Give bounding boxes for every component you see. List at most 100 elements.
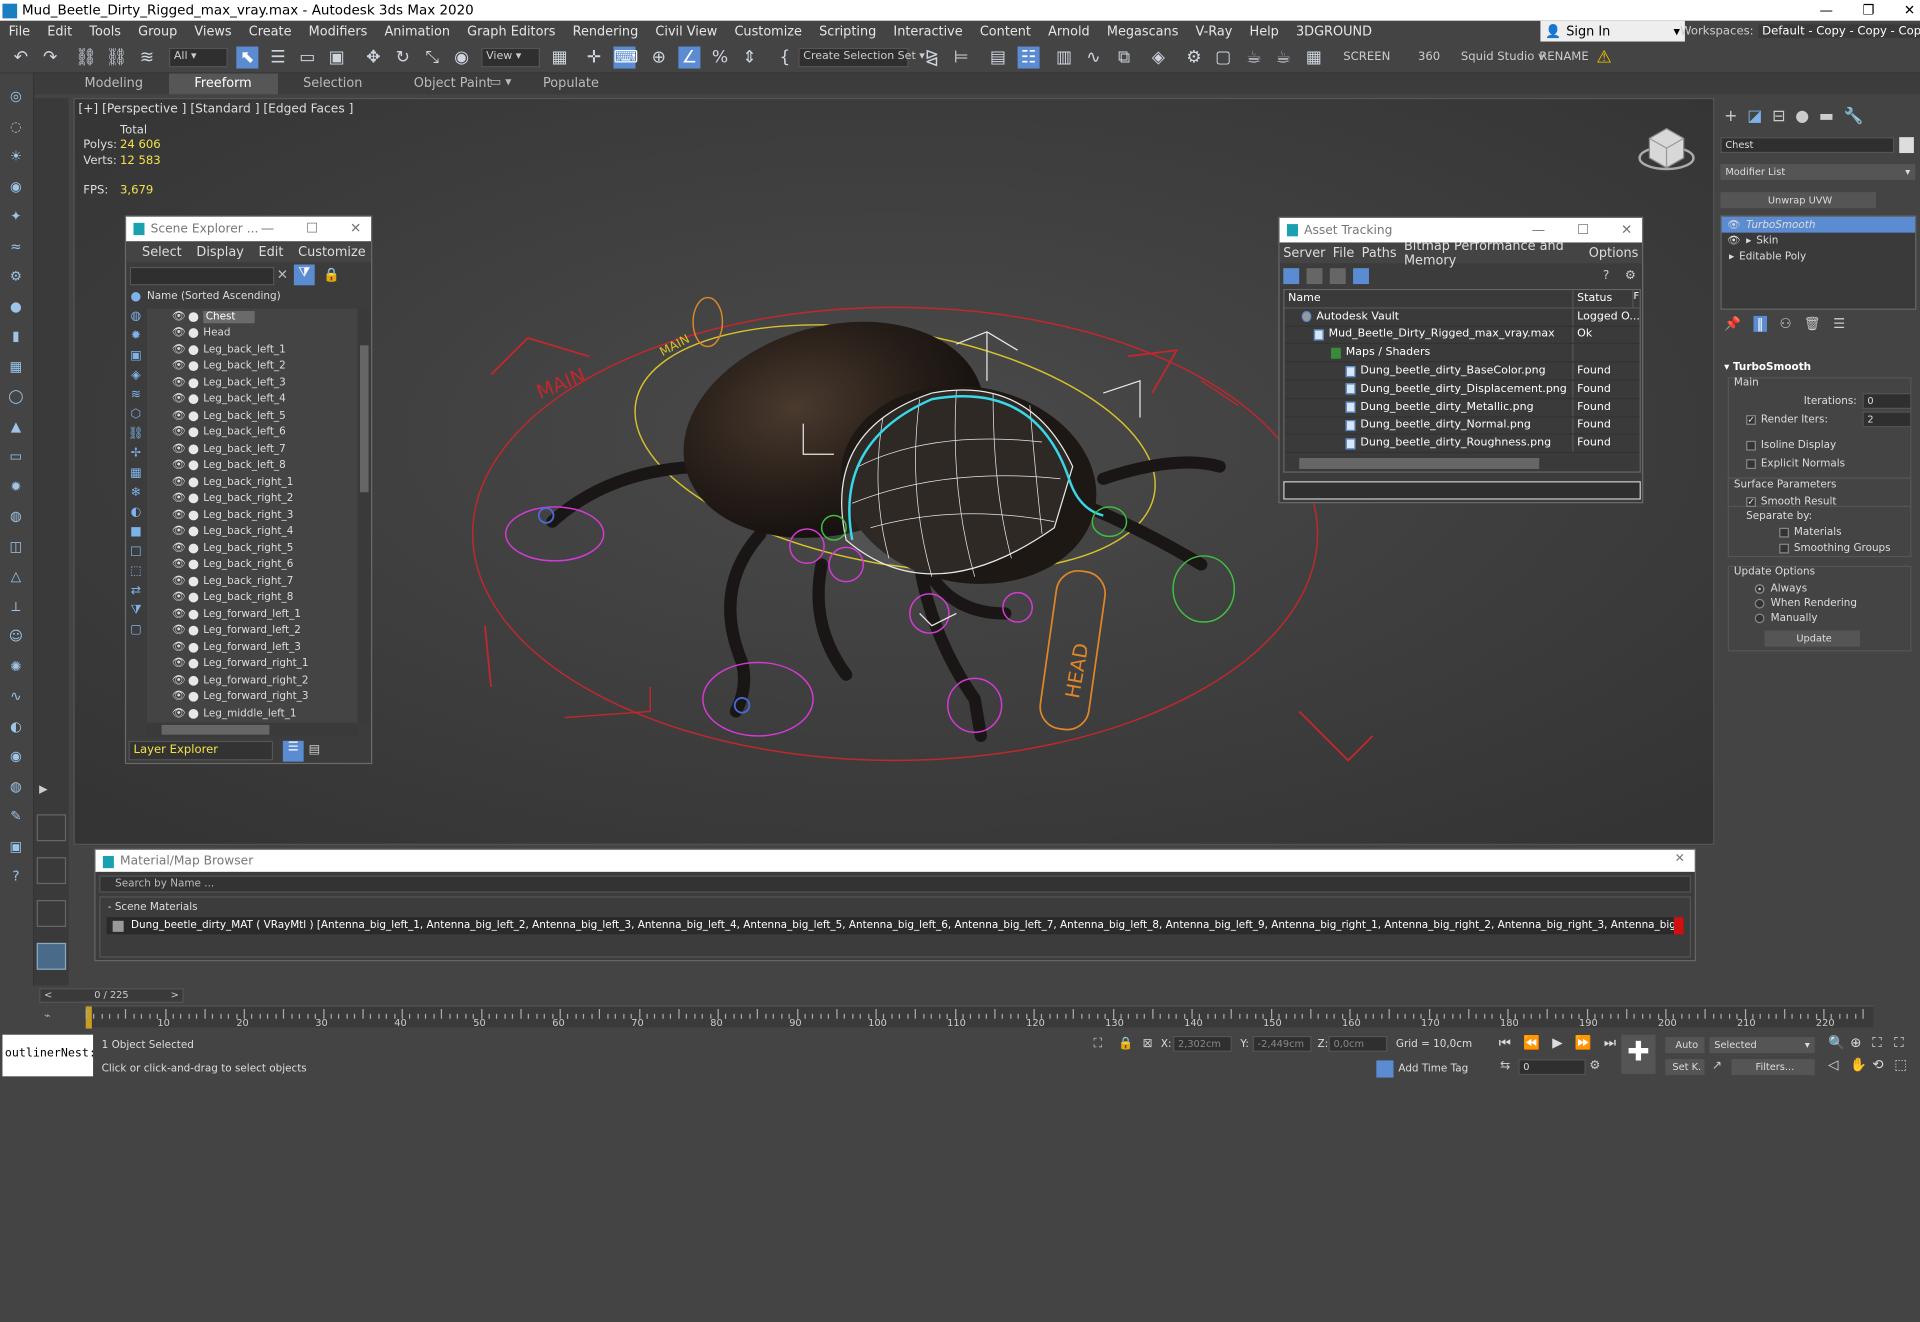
scene-object-row[interactable]: 👁 Leg_back_left_2: [147, 358, 358, 375]
menu-rendering[interactable]: Rendering: [564, 24, 647, 39]
placement-icon[interactable]: ◉: [451, 47, 473, 69]
link-icon[interactable]: ⛓: [75, 47, 97, 69]
isolate-icon[interactable]: ⛶: [1093, 1037, 1102, 1050]
zoom-icon[interactable]: 🔍: [1828, 1035, 1850, 1052]
maxscript-listener[interactable]: outlinerNest:: [2, 1034, 94, 1077]
set-key-icon[interactable]: ✚: [1621, 1034, 1656, 1074]
render-frame-icon[interactable]: ▢: [1212, 47, 1234, 69]
scale-icon[interactable]: ⤡: [421, 47, 443, 69]
column-status[interactable]: Status: [1572, 290, 1632, 308]
asset-tracking-hscrollbar[interactable]: [1284, 456, 1640, 471]
curve-editor-icon[interactable]: ∿: [1082, 47, 1104, 69]
screen-button[interactable]: SCREEN: [1343, 48, 1390, 68]
eye-icon[interactable]: 👁: [171, 526, 186, 538]
ribbon-tab-modeling[interactable]: Modeling: [59, 73, 169, 94]
key-filters-button[interactable]: Filters...: [1731, 1059, 1815, 1076]
sun-icon[interactable]: ✹: [6, 478, 26, 495]
maximize-icon[interactable]: ☐: [1577, 222, 1589, 238]
help-icon[interactable]: ?: [6, 868, 26, 885]
select-object-icon[interactable]: ⬉: [236, 46, 259, 69]
bone-icon[interactable]: ⟂: [6, 598, 26, 615]
material-search-input[interactable]: Search by Name ...: [99, 875, 1692, 893]
menu-edit[interactable]: Edit: [39, 24, 81, 39]
unwrap-uvw-button[interactable]: Unwrap UVW: [1720, 192, 1876, 209]
orbit-icon[interactable]: ⟲: [1872, 1057, 1894, 1073]
eye-icon[interactable]: 👁: [171, 641, 186, 653]
make-unique-icon[interactable]: ⚇: [1779, 316, 1791, 332]
x-coordinate-field[interactable]: 2,302cm: [1173, 1035, 1232, 1052]
remove-modifier-icon[interactable]: 🗑: [1804, 316, 1821, 332]
biped-icon[interactable]: ☺: [6, 628, 26, 645]
menu-file[interactable]: File: [0, 24, 39, 39]
clear-search-icon[interactable]: ✕: [277, 267, 288, 283]
layout-thumb-3[interactable]: [36, 900, 67, 927]
render-active-icon[interactable]: ☕: [1272, 47, 1294, 69]
manually-radio[interactable]: [1754, 612, 1765, 623]
display-cameras-icon[interactable]: ▣: [126, 349, 146, 369]
menu-content[interactable]: Content: [971, 24, 1039, 39]
asset-row[interactable]: Mud_Beetle_Dirty_Rigged_max_vray.max Ok: [1284, 326, 1640, 345]
settings-icon[interactable]: ⚙: [1625, 269, 1636, 282]
select-manipulate-icon[interactable]: ✛: [583, 47, 605, 69]
mirror-icon[interactable]: ⧎: [921, 47, 943, 69]
select-by-name-icon[interactable]: ☰: [267, 47, 289, 69]
layer-explorer-dropdown[interactable]: Layer Explorer: [128, 740, 274, 761]
render-iters-spinner[interactable]: 2: [1862, 411, 1912, 428]
asset-menu-options[interactable]: Options: [1585, 246, 1642, 261]
pin-stack-icon[interactable]: 📌: [1724, 316, 1741, 332]
lock-icon[interactable]: 🔒: [323, 267, 340, 283]
angle-button[interactable]: 360: [1418, 48, 1440, 68]
eye-icon[interactable]: 👁: [171, 674, 186, 686]
layers-icon[interactable]: ☰: [282, 740, 304, 762]
close-icon[interactable]: ✕: [1904, 0, 1915, 21]
y-coordinate-field[interactable]: -2,449cm: [1252, 1035, 1312, 1052]
next-frame-icon[interactable]: ⏩: [1575, 1035, 1592, 1052]
close-icon[interactable]: ✕: [1675, 852, 1685, 865]
when-rendering-radio[interactable]: [1754, 598, 1765, 608]
scene-materials-label[interactable]: - Scene Materials: [100, 898, 1689, 918]
display-lights-icon[interactable]: ✹: [126, 329, 146, 349]
layout-thumb-1[interactable]: [36, 814, 67, 842]
filter-icon[interactable]: ⧩: [293, 264, 315, 286]
eye-icon[interactable]: 👁: [171, 575, 186, 587]
helpers-icon[interactable]: ✦: [6, 208, 26, 225]
list-view-icon[interactable]: [1306, 268, 1323, 285]
ribbon-tab-freeform[interactable]: Freeform: [168, 73, 278, 95]
stack-item-skin[interactable]: 👁 ▸ Skin: [1722, 233, 1915, 249]
spinner-snap-icon[interactable]: ⇕: [738, 47, 760, 69]
viewport-label[interactable]: [+] [Perspective ] [Standard ] [Edged Fa…: [78, 103, 353, 116]
asset-menu-paths[interactable]: Paths: [1358, 246, 1400, 261]
display-geometry-icon[interactable]: ●: [126, 290, 146, 310]
named-selection-dropdown[interactable]: Create Selection Set ▾: [798, 47, 925, 68]
display-xrefs-icon[interactable]: ⛓: [126, 427, 146, 447]
scene-object-row[interactable]: 👁 Leg_back_right_1: [147, 474, 358, 491]
scene-object-row[interactable]: 👁 Leg_back_left_5: [147, 408, 358, 425]
tube-icon[interactable]: ◫: [6, 538, 26, 555]
key-tangent-icon[interactable]: ↗: [1712, 1059, 1722, 1072]
menu-modifiers[interactable]: Modifiers: [300, 24, 376, 39]
display-containers-icon[interactable]: ▦: [126, 467, 146, 487]
rename-button[interactable]: RENAME: [1539, 48, 1588, 68]
layout-thumb-active[interactable]: [36, 942, 67, 970]
asset-row[interactable]: Autodesk Vault Logged O...: [1284, 308, 1640, 327]
minimize-icon[interactable]: —: [1819, 0, 1832, 21]
stack-item-editable-poly[interactable]: ▸ Editable Poly: [1722, 249, 1915, 265]
snap-toggle-icon[interactable]: ⊕: [648, 47, 670, 69]
spacewarps-icon[interactable]: ≈: [6, 238, 26, 255]
modify-tab-icon[interactable]: ◪: [1747, 108, 1762, 130]
time-config-icon[interactable]: ⚙: [1589, 1059, 1600, 1072]
eye-icon[interactable]: 👁: [171, 426, 186, 438]
display-spacewarps-icon[interactable]: ≋: [126, 388, 146, 408]
menu-arnold[interactable]: Arnold: [1040, 24, 1099, 39]
add-time-tag[interactable]: Add Time Tag: [1398, 1063, 1468, 1075]
ribbon-tab-selection[interactable]: Selection: [277, 73, 388, 94]
z-coordinate-field[interactable]: 0,0cm: [1328, 1035, 1388, 1052]
asset-row[interactable]: Maps / Shaders: [1284, 344, 1640, 363]
ribbon-toggle-icon[interactable]: ▥: [1053, 47, 1075, 69]
key-filter-dropdown[interactable]: Selected ▾: [1709, 1037, 1815, 1054]
hierarchy-tab-icon[interactable]: ⊟: [1772, 108, 1785, 130]
eye-icon[interactable]: 👁: [1722, 219, 1746, 231]
display-all-icon[interactable]: ■: [126, 525, 146, 545]
scene-explorer-menu-select[interactable]: Select: [135, 244, 189, 259]
close-icon[interactable]: ✕: [1621, 222, 1632, 238]
